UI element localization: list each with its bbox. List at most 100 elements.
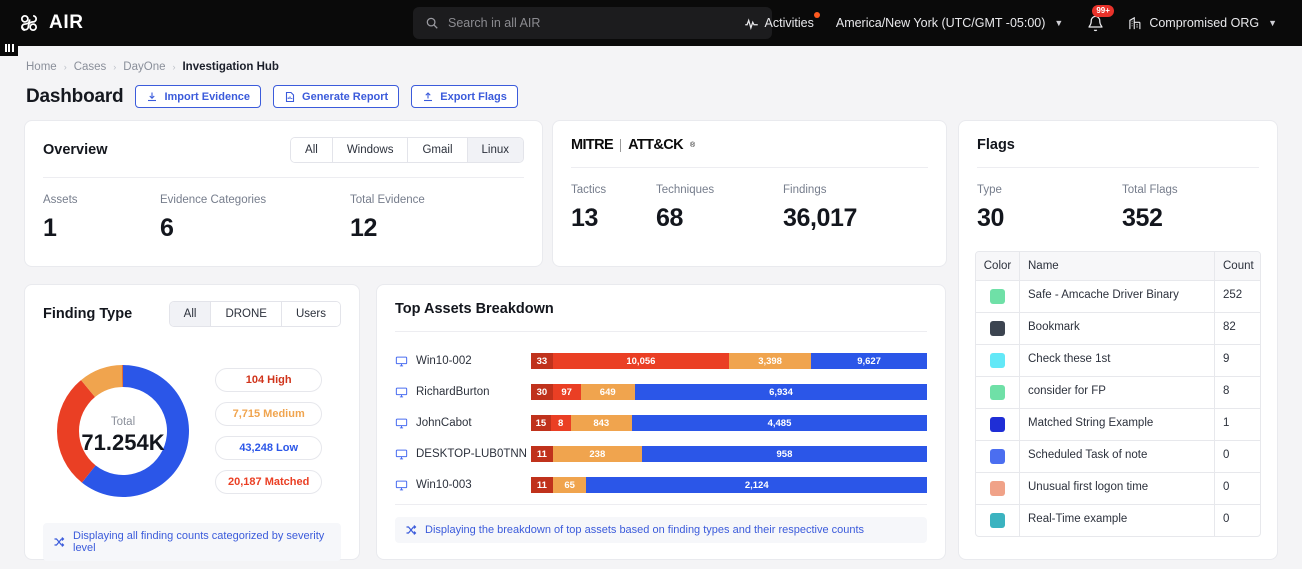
flag-name-cell: Safe - Amcache Driver Binary	[1020, 281, 1215, 312]
bar-segment[interactable]: 33	[531, 353, 553, 369]
legend-pill-medium[interactable]: 7,715 Medium	[215, 402, 322, 426]
table-row[interactable]: Bookmark82	[976, 313, 1260, 345]
import-evidence-button[interactable]: Import Evidence	[135, 85, 261, 108]
asset-bar-row[interactable]: Win10-003 11652,124	[395, 470, 927, 500]
asset-bar-row[interactable]: DESKTOP-LUB0TNN 11238958	[395, 439, 927, 469]
legend-pill-high[interactable]: 104 High	[215, 368, 322, 392]
bar-segment[interactable]: 10,056	[553, 353, 729, 369]
breadcrumb-separator-icon: ›	[172, 62, 175, 72]
attack-logo-text: ATT&CK	[628, 137, 683, 153]
stat-type-value: 30	[977, 204, 1122, 233]
asset-name-label: Win10-003	[416, 479, 472, 491]
asset-name: DESKTOP-LUB0TNN	[395, 448, 531, 461]
bar-segment[interactable]: 238	[553, 446, 642, 462]
mitre-attack-logo: MITRE ATT&CK ®	[571, 137, 695, 153]
breadcrumb-separator-icon: ›	[113, 62, 116, 72]
breadcrumb-separator-icon: ›	[64, 62, 67, 72]
stat-type: Type 30	[977, 184, 1122, 233]
notifications-button[interactable]: 99+	[1074, 0, 1117, 46]
bell-icon	[1087, 15, 1104, 32]
table-row[interactable]: Unusual first logon time0	[976, 473, 1260, 505]
flags-table: Color Name Count Safe - Amcache Driver B…	[975, 251, 1261, 537]
tab-all[interactable]: All	[291, 138, 333, 162]
bar-segment[interactable]: 97	[553, 384, 581, 400]
table-row[interactable]: consider for FP8	[976, 377, 1260, 409]
page-header: Dashboard Import Evidence Generate Repor…	[26, 85, 518, 108]
flags-header: Flags	[959, 121, 1277, 153]
stat-findings-label: Findings	[783, 184, 857, 196]
tab-gmail[interactable]: Gmail	[408, 138, 467, 162]
export-flags-button[interactable]: Export Flags	[411, 85, 518, 108]
tab-all[interactable]: All	[170, 302, 212, 326]
table-row[interactable]: Safe - Amcache Driver Binary252	[976, 281, 1260, 313]
handle-bar	[5, 44, 7, 52]
breadcrumb-item-dayone[interactable]: DayOne	[123, 61, 165, 73]
table-row[interactable]: Matched String Example1	[976, 409, 1260, 441]
flag-color-swatch	[990, 417, 1005, 432]
flag-count-cell: 82	[1215, 313, 1260, 344]
bar-segment[interactable]: 958	[642, 446, 927, 462]
flag-color-cell	[976, 409, 1020, 440]
tab-drone[interactable]: DRONE	[211, 302, 282, 326]
asset-name-label: DESKTOP-LUB0TNN	[416, 448, 527, 460]
flag-count-cell: 8	[1215, 377, 1260, 408]
bar-segment[interactable]: 30	[531, 384, 553, 400]
bar-segment[interactable]: 3,398	[729, 353, 811, 369]
asset-bar-row[interactable]: Win10-002 3310,0563,3989,627	[395, 346, 927, 376]
app-logo-text: AIR	[49, 12, 84, 34]
asset-name-label: Win10-002	[416, 355, 472, 367]
mitre-attack-card: MITRE ATT&CK ® Tactics 13 Techniques 68 …	[552, 120, 947, 267]
import-evidence-label: Import Evidence	[164, 91, 250, 103]
generate-report-button[interactable]: Generate Report	[273, 85, 399, 108]
finding-type-card: Finding Type All DRONE Users Total 71.25…	[24, 284, 360, 560]
bar-segment[interactable]: 11	[531, 477, 553, 493]
legend-pill-low[interactable]: 43,248 Low	[215, 436, 322, 460]
timezone-selector[interactable]: America/New York (UTC/GMT -05:00) ▼	[825, 0, 1074, 46]
app-logo[interactable]: AIR	[18, 12, 84, 34]
breadcrumb-item-home[interactable]: Home	[26, 61, 57, 73]
activities-button[interactable]: Activities	[733, 0, 825, 46]
bar-segment[interactable]: 6,934	[635, 384, 927, 400]
stat-tactics-label: Tactics	[571, 184, 656, 196]
tab-users[interactable]: Users	[282, 302, 340, 326]
bar-segment[interactable]: 9,627	[811, 353, 927, 369]
breadcrumb-item-cases[interactable]: Cases	[74, 61, 107, 73]
shuffle-icon	[405, 524, 417, 536]
flags-table-body: Safe - Amcache Driver Binary252Bookmark8…	[976, 281, 1260, 536]
stat-evidence-categories-label: Evidence Categories	[160, 194, 350, 206]
tab-windows[interactable]: Windows	[333, 138, 409, 162]
flag-count-cell: 1	[1215, 409, 1260, 440]
stat-total-evidence-label: Total Evidence	[350, 194, 425, 206]
bar-segment[interactable]: 8	[551, 415, 571, 431]
stat-total-flags-label: Total Flags	[1122, 184, 1178, 196]
bar-segment[interactable]: 15	[531, 415, 551, 431]
bar-segment[interactable]: 65	[553, 477, 587, 493]
search-input[interactable]: Search in all AIR	[413, 7, 772, 39]
bar-segment[interactable]: 2,124	[586, 477, 927, 493]
asset-bar-stack: 30976496,934	[531, 384, 927, 400]
top-assets-card: Top Assets Breakdown Win10-0023310,0563,…	[376, 284, 946, 560]
page-title: Dashboard	[26, 86, 123, 108]
bar-segment[interactable]: 11	[531, 446, 553, 462]
sidebar-toggle-handle[interactable]	[0, 40, 18, 56]
table-row[interactable]: Real-Time example0	[976, 505, 1260, 536]
stat-tactics: Tactics 13	[571, 184, 656, 233]
bar-segment[interactable]: 649	[581, 384, 635, 400]
finding-type-chart-area: Total 71.254K 104 High 7,715 Medium 43,248…	[25, 341, 359, 511]
table-row[interactable]: Scheduled Task of note0	[976, 441, 1260, 473]
generate-report-label: Generate Report	[302, 91, 388, 103]
finding-type-donut-chart: Total 71.254K	[43, 351, 203, 511]
tab-linux[interactable]: Linux	[468, 138, 524, 162]
table-row[interactable]: Check these 1st9	[976, 345, 1260, 377]
finding-type-footer-text: Displaying all finding counts categorize…	[73, 530, 331, 554]
overview-filter-tabs: All Windows Gmail Linux	[290, 137, 524, 163]
asset-bar-row[interactable]: JohnCabot1588434,485	[395, 408, 927, 438]
asset-bar-row[interactable]: RichardBurton30976496,934	[395, 377, 927, 407]
bar-segment[interactable]: 843	[571, 415, 632, 431]
asset-name: Win10-002	[395, 355, 531, 368]
mitre-stats: Tactics 13 Techniques 68 Findings 36,017	[553, 168, 946, 233]
legend-pill-matched[interactable]: 20,187 Matched	[215, 470, 322, 494]
stat-total-flags: Total Flags 352	[1122, 184, 1178, 233]
organization-selector[interactable]: Compromised ORG ▼	[1117, 0, 1288, 46]
bar-segment[interactable]: 4,485	[632, 415, 927, 431]
